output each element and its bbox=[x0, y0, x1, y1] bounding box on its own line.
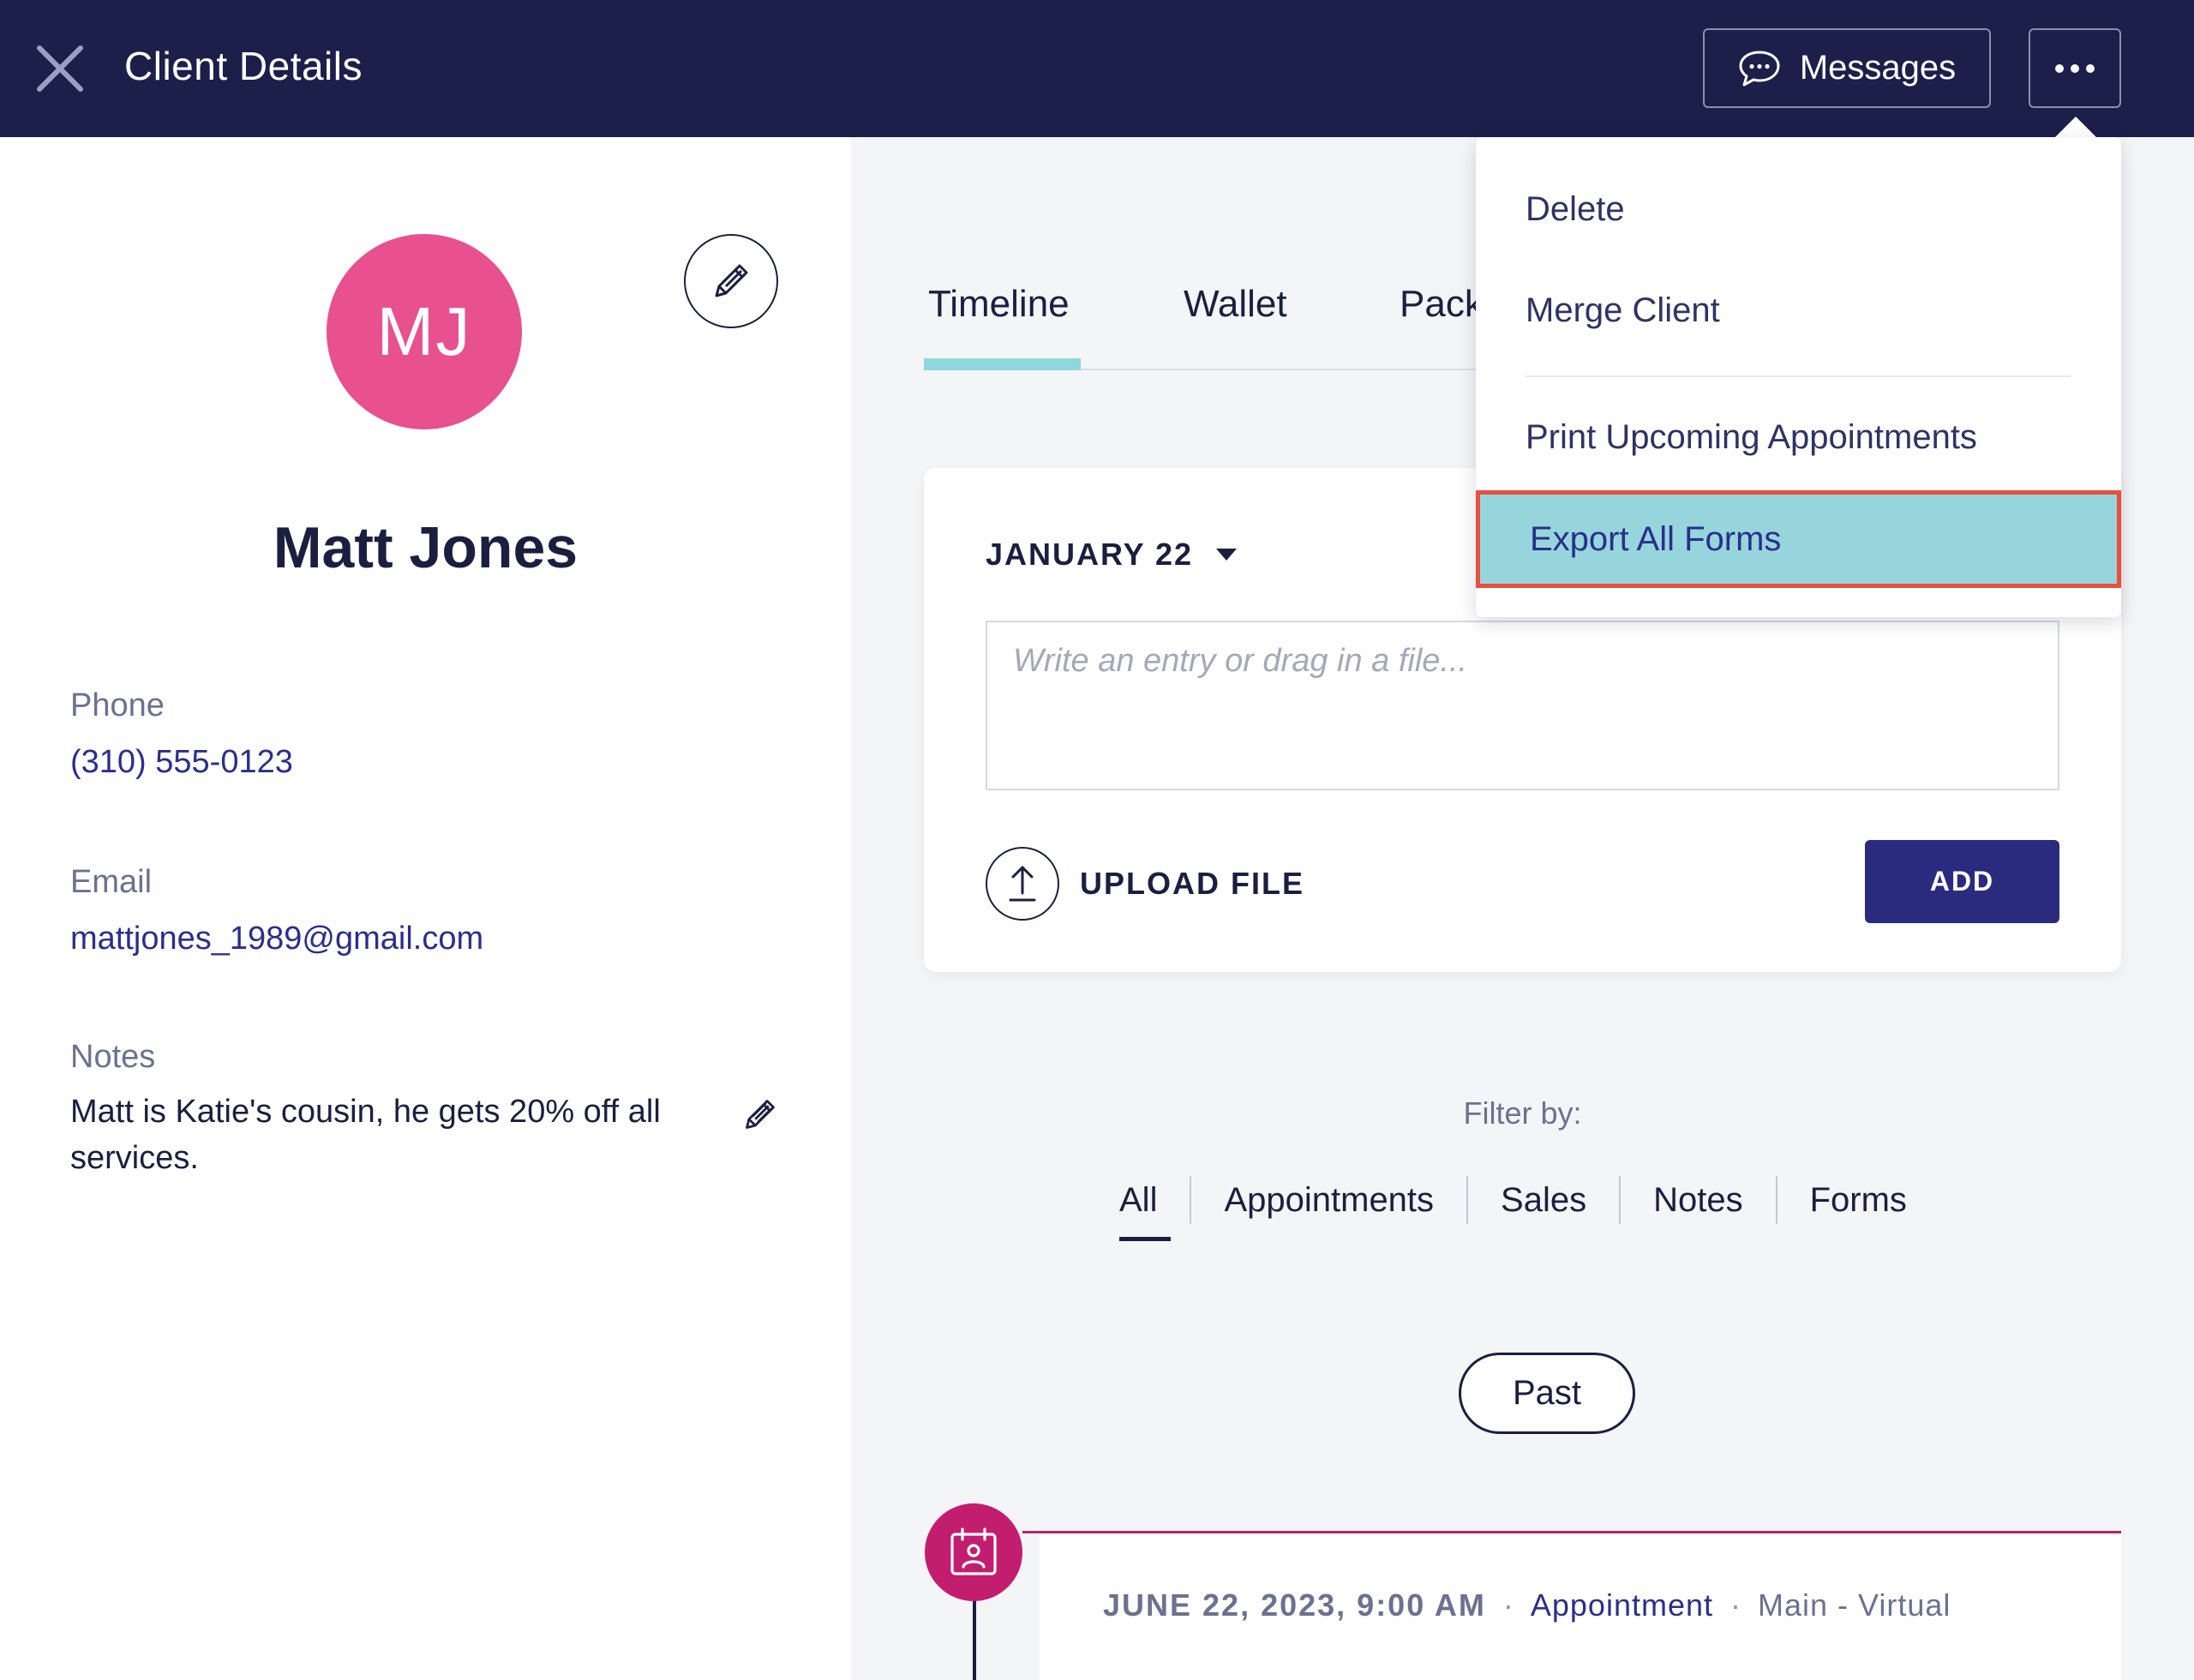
timeline-item-meta: JUNE 22, 2023, 9:00 AM · Appointment · M… bbox=[1103, 1587, 1951, 1623]
client-profile-panel: MJ Matt Jones Phone (310) 555-0123 Email… bbox=[0, 137, 851, 1680]
menu-item-merge-client[interactable]: Merge Client bbox=[1526, 291, 1720, 330]
menu-item-delete[interactable]: Delete bbox=[1526, 190, 1625, 229]
more-options-button[interactable] bbox=[2029, 28, 2121, 108]
client-name: Matt Jones bbox=[273, 515, 578, 580]
phone-link[interactable]: (310) 555-0123 bbox=[70, 744, 293, 781]
add-entry-button[interactable]: ADD bbox=[1865, 840, 2059, 923]
calendar-contact-icon bbox=[950, 1527, 997, 1575]
pencil-icon bbox=[715, 264, 748, 297]
filter-all-label: All bbox=[1119, 1181, 1158, 1219]
email-link[interactable]: mattjones_1989@gmail.com bbox=[70, 921, 483, 957]
close-button[interactable] bbox=[31, 39, 89, 98]
messages-button[interactable]: Messages bbox=[1703, 28, 1991, 108]
edit-notes-button[interactable] bbox=[739, 1093, 782, 1136]
pencil-icon bbox=[746, 1100, 775, 1129]
tab-packages[interactable]: Pack bbox=[1400, 283, 1484, 326]
upload-icon-circle bbox=[986, 847, 1059, 921]
filter-label: Filter by: bbox=[1463, 1095, 1582, 1131]
upload-icon bbox=[1009, 866, 1036, 902]
active-tab-indicator bbox=[924, 358, 1081, 370]
filter-bar: All Appointments Sales Notes Forms bbox=[1106, 1174, 1939, 1241]
caret-down-icon bbox=[1216, 549, 1238, 561]
edit-profile-button[interactable] bbox=[684, 234, 778, 328]
notes-label: Notes bbox=[70, 1039, 156, 1075]
filter-forms[interactable]: Forms bbox=[1777, 1174, 1939, 1226]
menu-divider bbox=[1526, 375, 2071, 377]
tab-timeline[interactable]: Timeline bbox=[928, 283, 1070, 326]
meta-separator: · bbox=[1730, 1587, 1741, 1623]
tab-wallet[interactable]: Wallet bbox=[1184, 283, 1287, 326]
top-header: Client Details Messages bbox=[0, 0, 2194, 137]
phone-label: Phone bbox=[70, 687, 165, 723]
date-selector[interactable]: JANUARY 22 bbox=[986, 537, 1238, 573]
messages-label: Messages bbox=[1799, 49, 1957, 87]
upload-file-label: UPLOAD FILE bbox=[1080, 866, 1304, 901]
timeline-item-location: Main - Virtual bbox=[1758, 1587, 1951, 1623]
date-selector-label: JANUARY 22 bbox=[986, 537, 1194, 572]
timeline-item-type-link[interactable]: Appointment bbox=[1531, 1587, 1713, 1623]
more-options-menu: Delete Merge Client Print Upcoming Appoi… bbox=[1476, 137, 2121, 617]
chat-bubble-icon bbox=[1739, 51, 1780, 86]
close-icon bbox=[37, 45, 83, 92]
filter-appointments[interactable]: Appointments bbox=[1191, 1174, 1466, 1226]
filter-notes[interactable]: Notes bbox=[1621, 1174, 1776, 1226]
email-label: Email bbox=[70, 864, 153, 900]
notes-text: Matt is Katie's cousin, he gets 20% off … bbox=[70, 1094, 661, 1176]
avatar: MJ bbox=[327, 234, 522, 429]
filter-sales[interactable]: Sales bbox=[1468, 1174, 1619, 1226]
past-button[interactable]: Past bbox=[1459, 1353, 1635, 1434]
upload-file-button[interactable]: UPLOAD FILE bbox=[986, 847, 1304, 921]
page-title: Client Details bbox=[124, 44, 363, 88]
dropdown-caret bbox=[2053, 117, 2098, 139]
timeline-item-date: JUNE 22, 2023, 9:00 AM bbox=[1103, 1587, 1486, 1623]
menu-item-export-all-forms[interactable]: Export All Forms bbox=[1476, 490, 2121, 588]
more-horizontal-icon bbox=[2055, 63, 2095, 73]
appointment-marker bbox=[925, 1503, 1022, 1601]
timeline-divider bbox=[1022, 1531, 2121, 1533]
active-filter-indicator bbox=[1119, 1237, 1171, 1241]
entry-input[interactable] bbox=[986, 621, 2059, 790]
filter-all[interactable]: All bbox=[1106, 1174, 1190, 1241]
meta-separator: · bbox=[1502, 1587, 1514, 1623]
menu-item-print-upcoming-appointments[interactable]: Print Upcoming Appointments bbox=[1526, 418, 1977, 457]
client-tabs: Timeline Wallet Pack bbox=[924, 257, 1484, 370]
